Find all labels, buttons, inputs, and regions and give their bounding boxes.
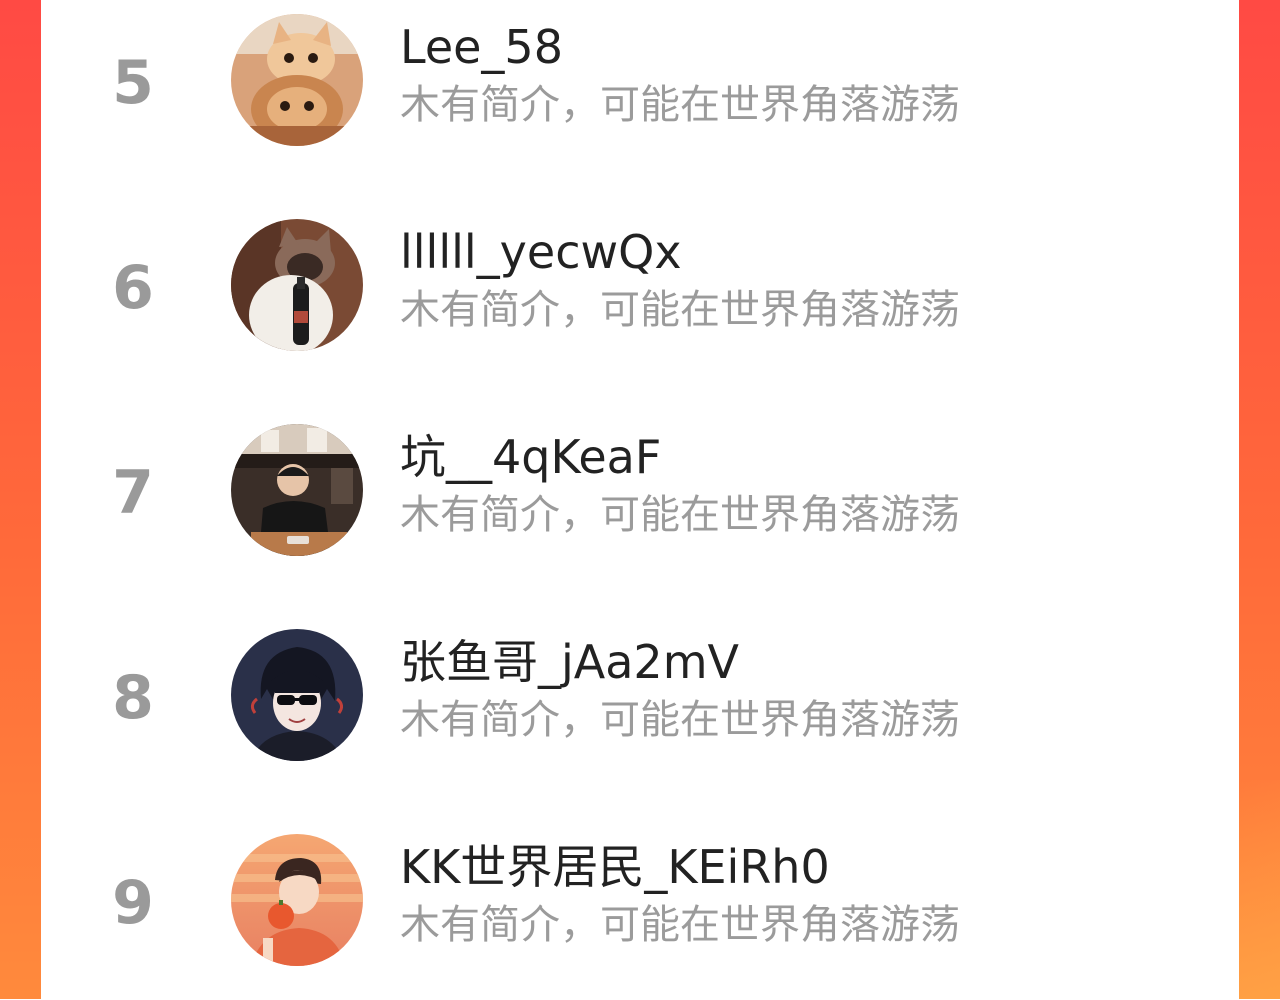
avatar[interactable] (231, 219, 363, 351)
user-bio: 木有简介，可能在世界角落游荡 (400, 287, 960, 333)
username[interactable]: Lee_58 (400, 18, 563, 76)
avatar[interactable] (231, 424, 363, 556)
username[interactable]: llllll_yecwQx (400, 223, 682, 281)
rank-number: 6 (112, 253, 154, 323)
list-item[interactable]: 9 KK世界居民_KEiRh0 木有简介，可能在世界角落游荡 (41, 820, 1239, 1000)
rank-number: 5 (112, 48, 154, 118)
rank-number: 9 (112, 868, 154, 938)
username[interactable]: 张鱼哥_jAa2mV (400, 633, 739, 691)
person-photo-avatar-icon (231, 424, 363, 556)
avatar[interactable] (231, 14, 363, 146)
list-item[interactable]: 6 llllll_yecwQx 木有简介，可能在世界角落游荡 (41, 205, 1239, 385)
username[interactable]: 坑__4qKeaF (400, 428, 661, 486)
list-item[interactable]: 8 张鱼哥_jAa2mV 木有简介，可能在世界角落游荡 (41, 615, 1239, 795)
rank-number: 7 (112, 458, 154, 528)
user-bio: 木有简介，可能在世界角落游荡 (400, 697, 960, 743)
username[interactable]: KK世界居民_KEiRh0 (400, 838, 830, 896)
list-item[interactable]: 7 坑__4qKeaF 木有简介，可能在世界角落游荡 (41, 410, 1239, 590)
ranking-list: 5 Lee_58 木有简介，可能在世界角落游荡 6 llllll_yecwQx … (41, 0, 1239, 999)
anime-avatar-icon (231, 629, 363, 761)
illustration-avatar-icon (231, 834, 363, 966)
user-bio: 木有简介，可能在世界角落游荡 (400, 82, 960, 128)
cat-avatar-icon (231, 219, 363, 351)
user-bio: 木有简介，可能在世界角落游荡 (400, 492, 960, 538)
background-glow (1238, 780, 1280, 999)
avatar[interactable] (231, 834, 363, 966)
list-item[interactable]: 5 Lee_58 木有简介，可能在世界角落游荡 (41, 0, 1239, 180)
cat-avatar-icon (231, 14, 363, 146)
avatar[interactable] (231, 629, 363, 761)
rank-number: 8 (112, 663, 154, 733)
user-bio: 木有简介，可能在世界角落游荡 (400, 902, 960, 948)
